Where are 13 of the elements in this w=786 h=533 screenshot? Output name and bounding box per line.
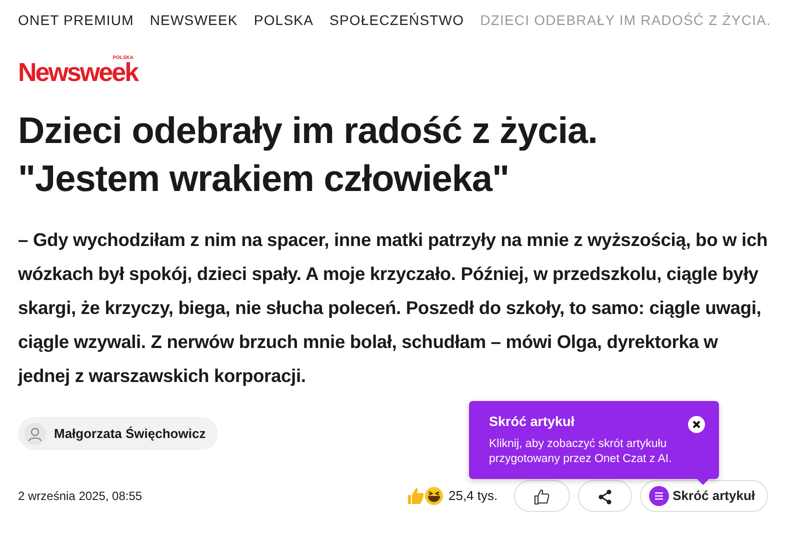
article-lead: – Gdy wychodziłam z nim na spacer, inne matki patrzyły na mnie z wyższością, bo w ich wózkach był spokój, dzieci spały. A moje krzyczało. Później, w przedszkolu, ciągle były skargi, że krzyczy, biega, nie słucha poleceń. Poszedł do szkoły, to samo: ciągle uwagi, ciągle wzywali. Z nerwów brzuch mnie bolał, schudłam – mówi Olga, dyrektorka w jednej z warszawskich korporacji.: [18, 228, 768, 388]
breadcrumb-link[interactable]: NEWSWEEK: [150, 10, 238, 31]
publish-date: 2 września 2025, 08:55: [18, 488, 142, 505]
author-chip[interactable]: Małgorzata Święchowicz: [18, 417, 218, 450]
breadcrumb-link[interactable]: ONET PREMIUM: [18, 10, 134, 31]
article-title: Dzieci odebrały im radość z życia. "Jestem wrakiem człowieka": [18, 109, 598, 201]
reaction-count: 25,4 tys.: [448, 487, 498, 506]
tooltip-title: Skróć artykuł: [489, 413, 575, 431]
tooltip-text: Kliknij, aby zobaczyć skrót artykułu przygotowany przez Onet Czat z AI.: [489, 437, 673, 467]
author-name: Małgorzata Święchowicz: [54, 424, 206, 443]
breadcrumb-link[interactable]: POLSKA: [254, 10, 314, 31]
breadcrumb-link[interactable]: SPOŁECZEŃSTWO: [330, 10, 464, 31]
summarize-button[interactable]: Skróć artykuł: [640, 480, 768, 512]
